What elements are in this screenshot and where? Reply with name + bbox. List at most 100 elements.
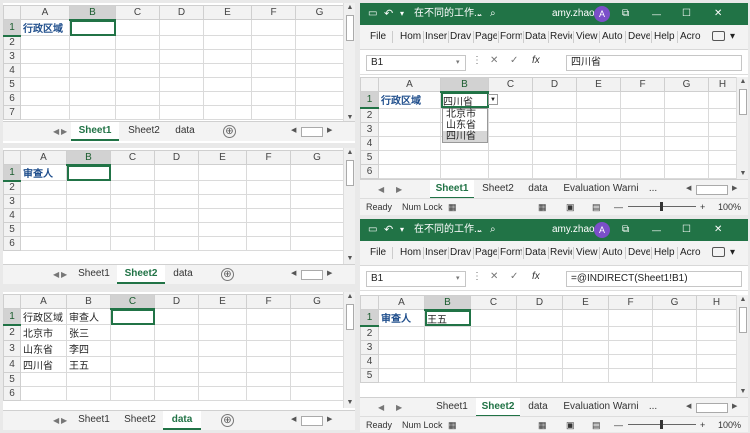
tab-scroll-right-icon[interactable]: ▶ (61, 122, 67, 141)
add-sheet-icon[interactable]: ⊕ (221, 268, 234, 281)
ribbon-tab-home[interactable]: Hom (400, 247, 422, 258)
hscroll-left-icon[interactable]: ◀ (291, 269, 296, 277)
row-header-3[interactable]: 3 (3, 194, 21, 209)
cell[interactable] (378, 149, 441, 165)
cell[interactable] (652, 325, 697, 341)
row-header-4[interactable]: 4 (3, 63, 21, 78)
scroll-thumb[interactable] (739, 89, 747, 115)
select-all-corner[interactable] (360, 295, 379, 310)
cell[interactable] (198, 222, 247, 237)
vertical-scrollbar[interactable]: ▲ ▼ (343, 3, 355, 123)
tab-scroll-right-icon[interactable]: ▶ (396, 180, 402, 199)
cell[interactable] (620, 135, 665, 151)
cell-a2[interactable]: 北京市 (20, 324, 67, 341)
undo-icon[interactable]: ↶ (384, 219, 393, 241)
cell[interactable] (295, 49, 344, 64)
formula-input[interactable]: 四川省 (566, 55, 742, 71)
cell-a1[interactable]: 行政区域 (20, 19, 70, 36)
formula-input[interactable]: =@INDIRECT(Sheet1!B1) (566, 271, 742, 287)
row-header-1[interactable]: 1 (360, 309, 379, 327)
ribbon-tab-formulas[interactable]: Form (500, 31, 522, 42)
dropdown-option-sichuan[interactable]: 四川省 (443, 131, 487, 142)
tab-scroll-right-icon[interactable]: ▶ (61, 411, 67, 430)
tab-scroll-left-icon[interactable]: ◀ (378, 180, 384, 199)
cell[interactable] (576, 107, 621, 123)
cell[interactable] (66, 208, 111, 223)
hscroll-right-icon[interactable]: ▶ (327, 126, 332, 134)
cell[interactable] (664, 149, 709, 165)
page-layout-icon[interactable]: ▣ (566, 417, 575, 432)
cell-b2[interactable]: 张三 (66, 324, 111, 341)
cell[interactable] (652, 339, 697, 355)
ribbon-tab-page[interactable]: Page (475, 247, 497, 258)
select-all-corner[interactable] (3, 150, 21, 165)
row-header-6[interactable]: 6 (3, 91, 21, 106)
tab-scroll-left-icon[interactable]: ◀ (53, 265, 59, 284)
cell[interactable] (20, 49, 70, 64)
scroll-up-icon[interactable]: ▲ (344, 148, 355, 158)
row-header-1[interactable]: 1 (3, 164, 21, 182)
cell[interactable] (532, 91, 577, 109)
cell[interactable] (708, 121, 737, 137)
cell[interactable] (440, 163, 489, 179)
cell[interactable] (69, 105, 116, 120)
scroll-up-icon[interactable]: ▲ (737, 295, 748, 305)
row-header-3[interactable]: 3 (360, 339, 379, 355)
cell[interactable] (290, 386, 344, 401)
col-header-f[interactable]: F (620, 77, 665, 92)
cell[interactable] (159, 105, 204, 120)
col-header-g[interactable]: G (295, 5, 344, 20)
minimize-button[interactable]: — (652, 219, 661, 241)
col-header-b[interactable]: B (424, 295, 471, 311)
col-header-a[interactable]: A (20, 294, 67, 309)
cell[interactable] (516, 325, 563, 341)
horizontal-scrollbar[interactable] (301, 270, 323, 280)
ribbon-tab-page[interactable]: Page (475, 31, 497, 42)
cell[interactable] (532, 149, 577, 165)
cell[interactable] (115, 91, 160, 106)
cell[interactable] (378, 135, 441, 151)
cell[interactable] (290, 194, 344, 209)
tab-data[interactable]: data (522, 398, 554, 417)
ribbon-tab-help[interactable]: Help (654, 31, 676, 42)
row-header-1[interactable]: 1 (3, 308, 21, 326)
comments-icon[interactable] (712, 31, 725, 41)
page-break-icon[interactable]: ▤ (592, 417, 601, 432)
tab-more[interactable]: ... (646, 180, 660, 199)
tab-scroll-right-icon[interactable]: ▶ (61, 265, 67, 284)
cell[interactable] (115, 19, 160, 36)
cell[interactable] (470, 353, 517, 369)
add-sheet-icon[interactable]: ⊕ (221, 414, 234, 427)
row-header-2[interactable]: 2 (360, 325, 379, 341)
zoom-out-button[interactable]: — (614, 199, 623, 215)
tab-evaluation-warning[interactable]: Evaluation Warni (558, 398, 644, 417)
hscroll-right-icon[interactable]: ▶ (327, 269, 332, 277)
accessibility-icon[interactable]: ▦ (448, 199, 457, 215)
add-sheet-icon[interactable]: ⊕ (223, 125, 236, 138)
close-button[interactable]: ✕ (714, 219, 722, 241)
cell[interactable] (198, 324, 247, 341)
col-header-g[interactable]: G (664, 77, 709, 92)
col-header-b[interactable]: B (66, 294, 111, 309)
scroll-down-icon[interactable]: ▼ (344, 254, 355, 264)
ribbon-tab-draw[interactable]: Drav (450, 247, 472, 258)
scroll-down-icon[interactable]: ▼ (737, 387, 748, 397)
cell[interactable] (198, 340, 247, 357)
cell[interactable] (470, 309, 517, 327)
cell[interactable] (696, 367, 737, 383)
cell[interactable] (115, 35, 160, 50)
scroll-down-icon[interactable]: ▼ (344, 398, 355, 408)
col-header-a[interactable]: A (20, 150, 67, 165)
cell[interactable] (290, 222, 344, 237)
cell[interactable] (246, 236, 291, 251)
tab-sheet2[interactable]: Sheet2 (476, 398, 520, 417)
cell[interactable] (159, 49, 204, 64)
formula-options-icon[interactable]: ⋮ (472, 271, 482, 282)
cell[interactable] (608, 339, 653, 355)
cell[interactable] (295, 19, 344, 36)
row-header-6[interactable]: 6 (3, 236, 21, 251)
cell[interactable] (696, 353, 737, 369)
row-header-2[interactable]: 2 (360, 107, 379, 123)
row-header-2[interactable]: 2 (3, 324, 21, 341)
scroll-up-icon[interactable]: ▲ (737, 77, 748, 87)
